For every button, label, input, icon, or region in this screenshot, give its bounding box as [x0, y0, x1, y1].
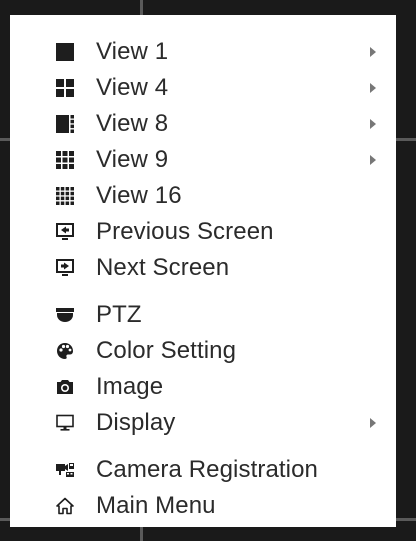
menu-item-view-8[interactable]: View 8 [10, 106, 396, 142]
palette-icon [55, 341, 75, 361]
menu-item-label: Previous Screen [96, 218, 274, 245]
menu-item-color-setting[interactable]: Color Setting [10, 333, 396, 369]
camera-registration-icon [55, 460, 75, 480]
menu-item-label: Display [96, 409, 176, 436]
menu-item-ptz[interactable]: PTZ [10, 297, 396, 333]
menu-item-label: View 4 [96, 74, 169, 101]
menu-item-label: View 1 [96, 38, 169, 65]
view-9-icon [55, 150, 75, 170]
next-screen-icon [55, 258, 75, 278]
menu-item-label: Main Menu [96, 492, 216, 519]
view-16-icon [55, 186, 75, 206]
submenu-arrow-icon [370, 119, 376, 129]
menu-item-previous-screen[interactable]: Previous Screen [10, 214, 396, 250]
submenu-arrow-icon [370, 47, 376, 57]
menu-item-view-4[interactable]: View 4 [10, 70, 396, 106]
menu-separator [10, 441, 396, 452]
home-icon [55, 496, 75, 516]
menu-item-image[interactable]: Image [10, 369, 396, 405]
context-menu: View 1 View 4 View 8 View 9 View 16 Prev… [10, 15, 396, 527]
submenu-arrow-icon [370, 418, 376, 428]
monitor-icon [55, 413, 75, 433]
menu-item-view-1[interactable]: View 1 [10, 34, 396, 70]
view-4-icon [55, 78, 75, 98]
menu-item-label: Color Setting [96, 337, 237, 364]
menu-item-camera-registration[interactable]: Camera Registration [10, 452, 396, 488]
submenu-arrow-icon [370, 83, 376, 93]
view-8-icon [55, 114, 75, 134]
menu-item-label: Image [96, 373, 164, 400]
menu-item-label: Next Screen [96, 254, 230, 281]
menu-item-main-menu[interactable]: Main Menu [10, 488, 396, 524]
menu-separator [10, 286, 396, 297]
menu-item-display[interactable]: Display [10, 405, 396, 441]
camera-icon [55, 377, 75, 397]
submenu-arrow-icon [370, 155, 376, 165]
view-1-icon [55, 42, 75, 62]
menu-item-next-screen[interactable]: Next Screen [10, 250, 396, 286]
menu-item-label: PTZ [96, 301, 142, 328]
menu-item-label: View 8 [96, 110, 169, 137]
menu-item-label: View 16 [96, 182, 182, 209]
ptz-camera-icon [55, 305, 75, 325]
menu-item-view-16[interactable]: View 16 [10, 178, 396, 214]
menu-item-label: View 9 [96, 146, 169, 173]
menu-item-label: Camera Registration [96, 456, 318, 483]
menu-item-view-9[interactable]: View 9 [10, 142, 396, 178]
previous-screen-icon [55, 222, 75, 242]
